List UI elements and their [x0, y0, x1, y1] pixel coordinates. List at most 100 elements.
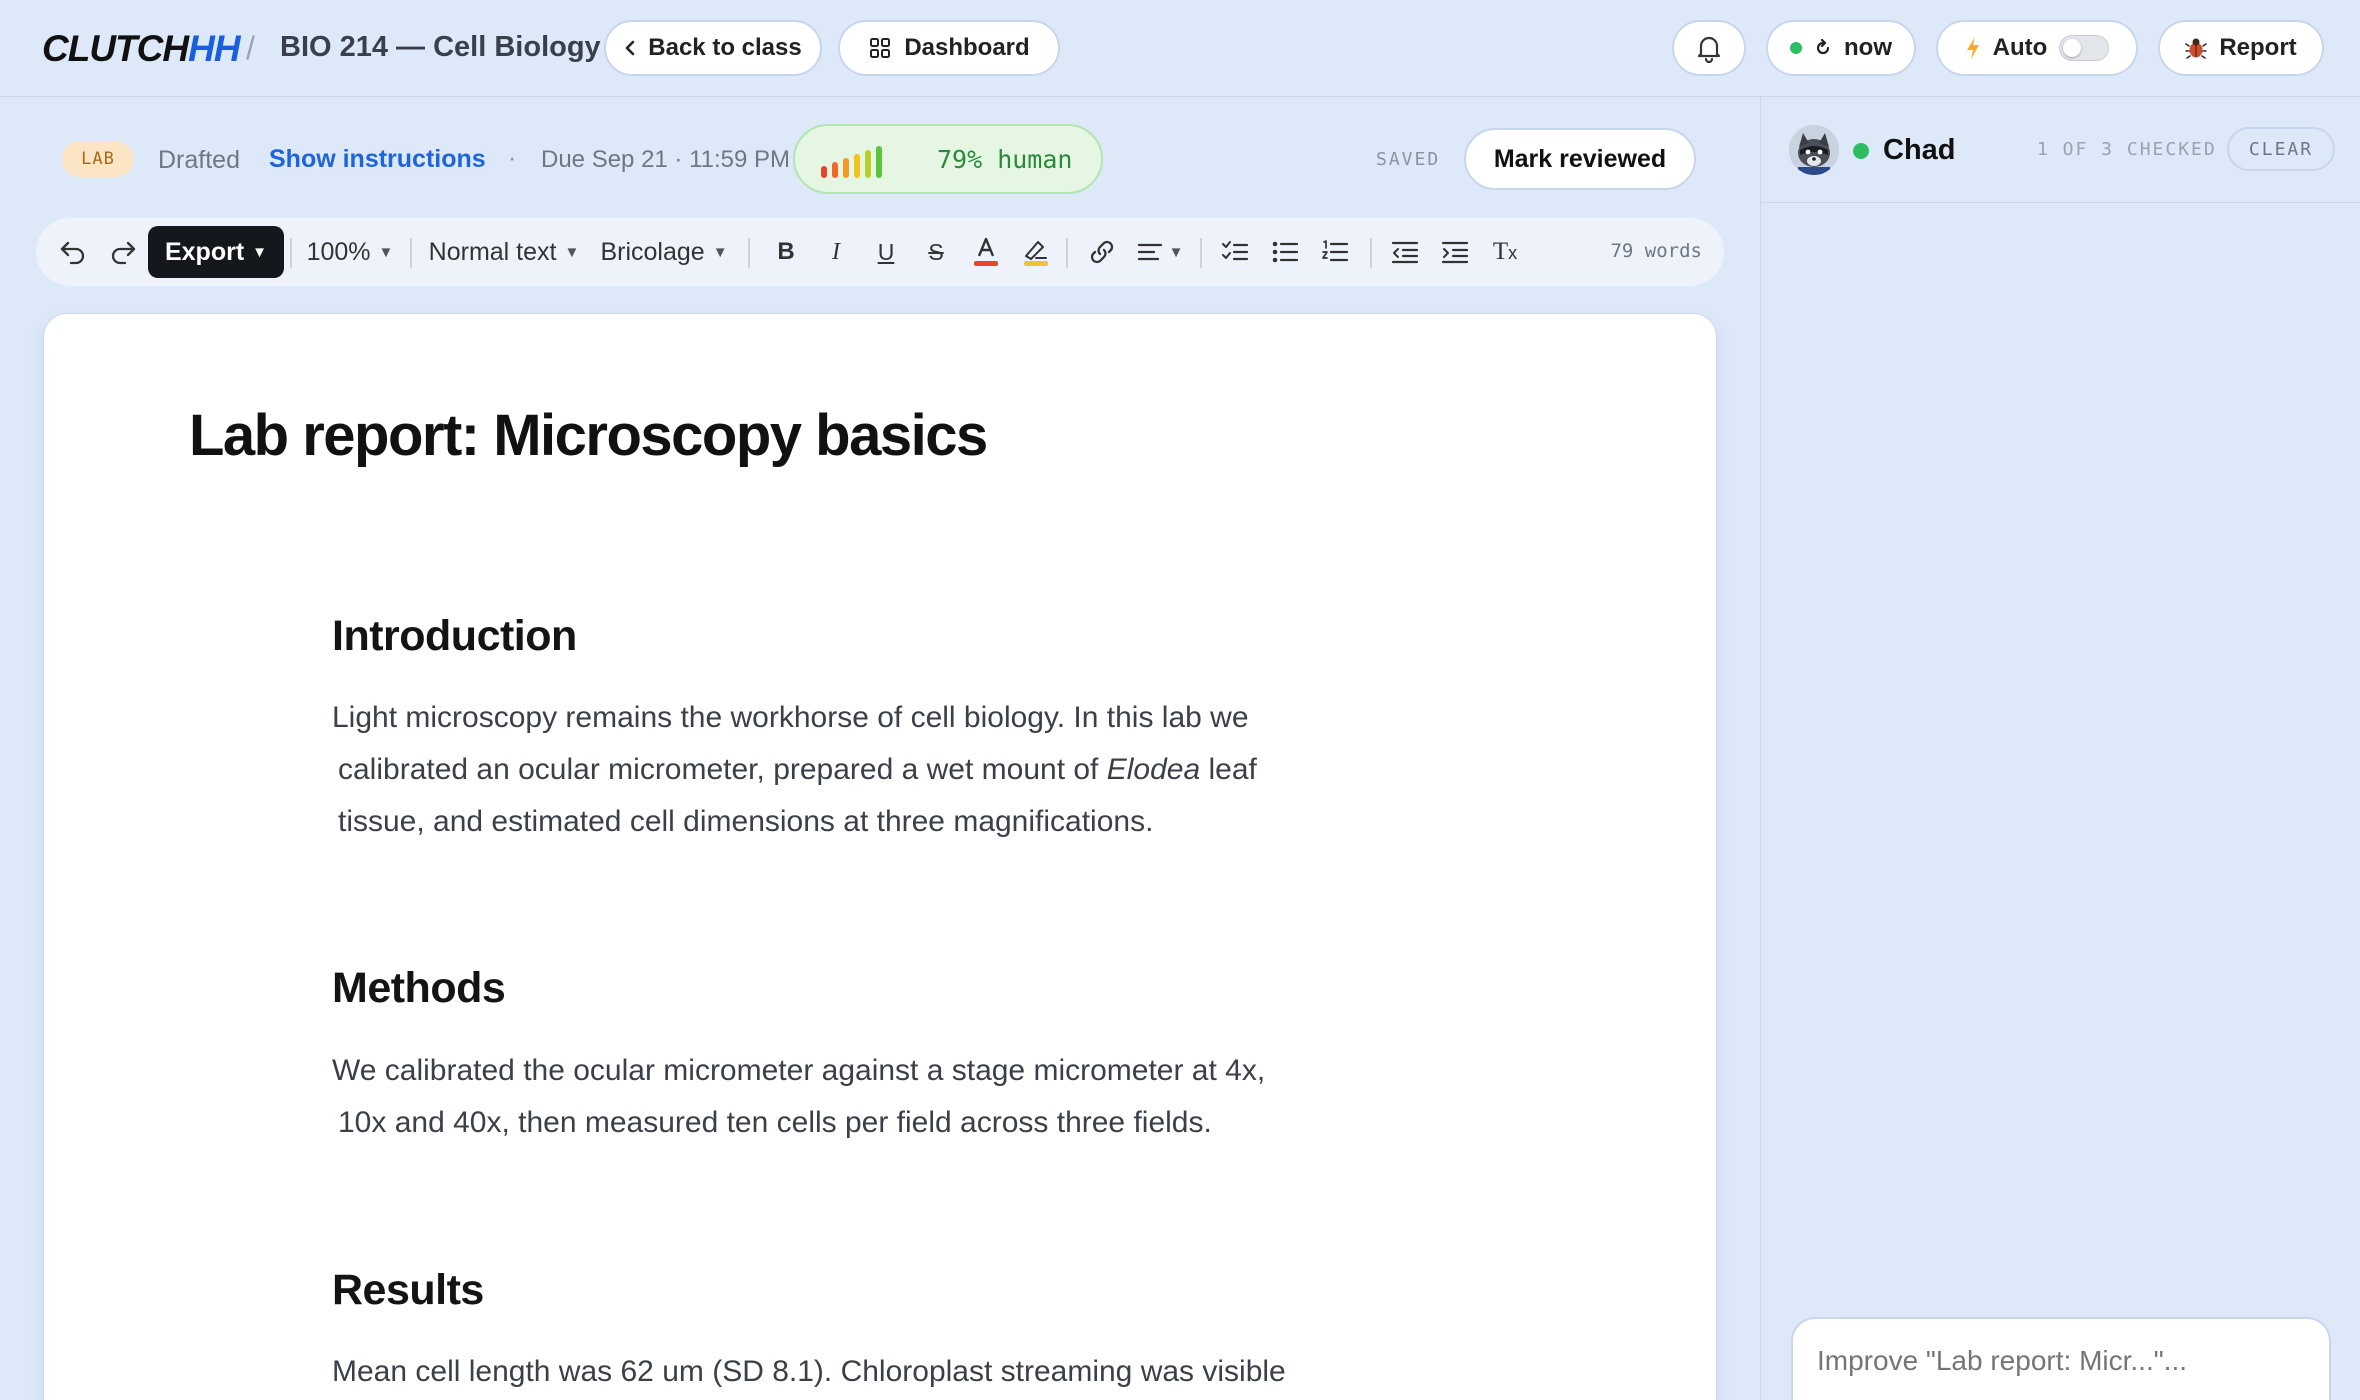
- caret-down-icon: ▼: [378, 243, 394, 261]
- assistant-prompt-input[interactable]: [1791, 1317, 2331, 1400]
- underline-icon: U: [877, 238, 895, 265]
- paragraph-line: calibrated an ocular micrometer, prepare…: [332, 744, 1332, 796]
- sync-label: now: [1844, 34, 1892, 61]
- export-dropdown-button[interactable]: Export ▼: [148, 226, 284, 278]
- online-dot: [1790, 42, 1802, 54]
- section-paragraph[interactable]: Mean cell length was 62 um (SD 8.1). Chl…: [332, 1346, 1332, 1398]
- clear-button[interactable]: CLEAR: [2227, 127, 2335, 171]
- clear-formatting-icon: Tx: [1492, 238, 1518, 265]
- redo-button[interactable]: [100, 218, 146, 286]
- document-page[interactable]: Lab report: Microscopy basics Introducti…: [43, 313, 1717, 1400]
- meter-bar: [832, 162, 838, 178]
- section-heading[interactable]: Introduction: [332, 612, 577, 661]
- back-to-class-label: Back to class: [648, 34, 802, 61]
- caret-down-icon: ▼: [564, 243, 580, 261]
- strikethrough-icon: S: [928, 238, 944, 265]
- link-icon: [1087, 237, 1117, 267]
- save-status: SAVED: [1376, 149, 1441, 170]
- numbered-list-icon: [1321, 239, 1349, 265]
- align-left-icon: ▼: [1137, 241, 1183, 263]
- caret-down-icon: ▼: [712, 243, 728, 261]
- avatar[interactable]: [1789, 125, 1839, 175]
- highlight-button[interactable]: [1014, 218, 1058, 286]
- text-run: leaf: [1200, 753, 1257, 786]
- font-value: Bricolage: [600, 237, 705, 266]
- dashboard-label: Dashboard: [904, 34, 1030, 61]
- draft-status: Drafted: [158, 146, 240, 174]
- text-color-button[interactable]: [964, 218, 1008, 286]
- notifications-button[interactable]: [1672, 20, 1746, 76]
- undo-button[interactable]: [50, 218, 96, 286]
- document-title[interactable]: Lab report: Microscopy basics: [189, 402, 988, 469]
- indent-icon: [1441, 240, 1469, 264]
- section-heading[interactable]: Results: [332, 1266, 484, 1315]
- underline-button[interactable]: U: [864, 218, 908, 286]
- text-color-icon: [973, 236, 999, 268]
- bold-icon: B: [777, 238, 795, 265]
- sync-status-button[interactable]: now: [1766, 20, 1916, 76]
- report-label: Report: [2219, 34, 2297, 61]
- section-paragraph[interactable]: Light microscopy remains the workhorse o…: [332, 692, 1332, 848]
- human-score-indicator[interactable]: 79% human: [793, 124, 1103, 194]
- assistant-sidebar: Chad 1 OF 3 CHECKED CLEAR: [1760, 97, 2360, 1400]
- grid-icon: [868, 36, 892, 60]
- human-score-text: 79% human: [937, 145, 1073, 174]
- report-bug-button[interactable]: Report: [2158, 20, 2324, 76]
- zoom-value: 100%: [306, 237, 371, 266]
- outdent-button[interactable]: [1382, 218, 1428, 286]
- section-heading[interactable]: Methods: [332, 964, 506, 1013]
- clear-formatting-button[interactable]: Tx: [1482, 218, 1528, 286]
- toolbar-divider: [1200, 238, 1202, 268]
- meter-bar: [876, 146, 882, 178]
- bell-icon: [1695, 33, 1723, 63]
- lightning-icon: [1965, 36, 1981, 60]
- italic-icon: I: [832, 238, 840, 265]
- show-instructions-link[interactable]: Show instructions: [269, 145, 486, 174]
- toolbar-divider: [1066, 238, 1068, 268]
- human-score-meter: [821, 146, 882, 178]
- paragraph-line: We calibrated the ocular micrometer agai…: [332, 1054, 1266, 1087]
- online-status-dot: [1853, 143, 1869, 159]
- checked-counter: 1 OF 3 CHECKED: [2037, 139, 2217, 160]
- due-date: Due Sep 21 · 11:59 PM: [541, 146, 791, 173]
- paragraph-line: Light microscopy remains the workhorse o…: [332, 701, 1249, 734]
- auto-toggle-switch[interactable]: [2059, 35, 2110, 61]
- paragraph-line: 10x and 40x, then measured ten cells per…: [338, 1106, 1212, 1139]
- word-count: 79 words: [1610, 240, 1702, 262]
- auto-toggle-button[interactable]: Auto: [1936, 20, 2138, 76]
- meter-bar: [865, 150, 871, 178]
- caret-down-icon: ▼: [252, 243, 268, 261]
- back-to-class-button[interactable]: Back to class: [604, 20, 822, 76]
- text-style-select[interactable]: Normal text ▼: [424, 218, 584, 286]
- toolbar-divider: [748, 238, 750, 268]
- export-label: Export: [164, 237, 245, 266]
- align-dropdown-button[interactable]: ▼: [1130, 218, 1190, 286]
- brand-logo[interactable]: CLUTCHHH: [42, 28, 241, 70]
- paragraph-line: Mean cell length was 62 um (SD 8.1). Chl…: [332, 1355, 1286, 1388]
- zoom-select[interactable]: 100% ▼: [304, 218, 396, 286]
- section-paragraph[interactable]: We calibrated the ocular micrometer agai…: [332, 1045, 1332, 1149]
- brand-main: CLUTCH: [42, 28, 189, 69]
- bullet-list-button[interactable]: [1262, 218, 1308, 286]
- meter-bar: [843, 158, 849, 178]
- italic-button[interactable]: I: [814, 218, 858, 286]
- bug-icon: [2185, 36, 2208, 60]
- checklist-button[interactable]: [1212, 218, 1258, 286]
- numbered-list-button[interactable]: [1312, 218, 1358, 286]
- font-select[interactable]: Bricolage ▼: [596, 218, 732, 286]
- dashboard-button[interactable]: Dashboard: [838, 20, 1060, 76]
- brand-accent: HH: [188, 28, 240, 69]
- toolbar-divider: [410, 238, 412, 268]
- redo-icon: [109, 239, 137, 265]
- paragraph-line: tissue, and estimated cell dimensions at…: [338, 805, 1154, 838]
- sidebar-header: Chad 1 OF 3 CHECKED CLEAR: [1761, 97, 2360, 203]
- indent-button[interactable]: [1432, 218, 1478, 286]
- toolbar-divider: [290, 238, 292, 268]
- undo-icon: [59, 239, 87, 265]
- link-button[interactable]: [1078, 218, 1126, 286]
- meter-bar: [854, 154, 860, 178]
- bold-button[interactable]: B: [764, 218, 808, 286]
- auto-label: Auto: [1992, 34, 2048, 61]
- mark-reviewed-button[interactable]: Mark reviewed: [1464, 128, 1696, 190]
- strikethrough-button[interactable]: S: [914, 218, 958, 286]
